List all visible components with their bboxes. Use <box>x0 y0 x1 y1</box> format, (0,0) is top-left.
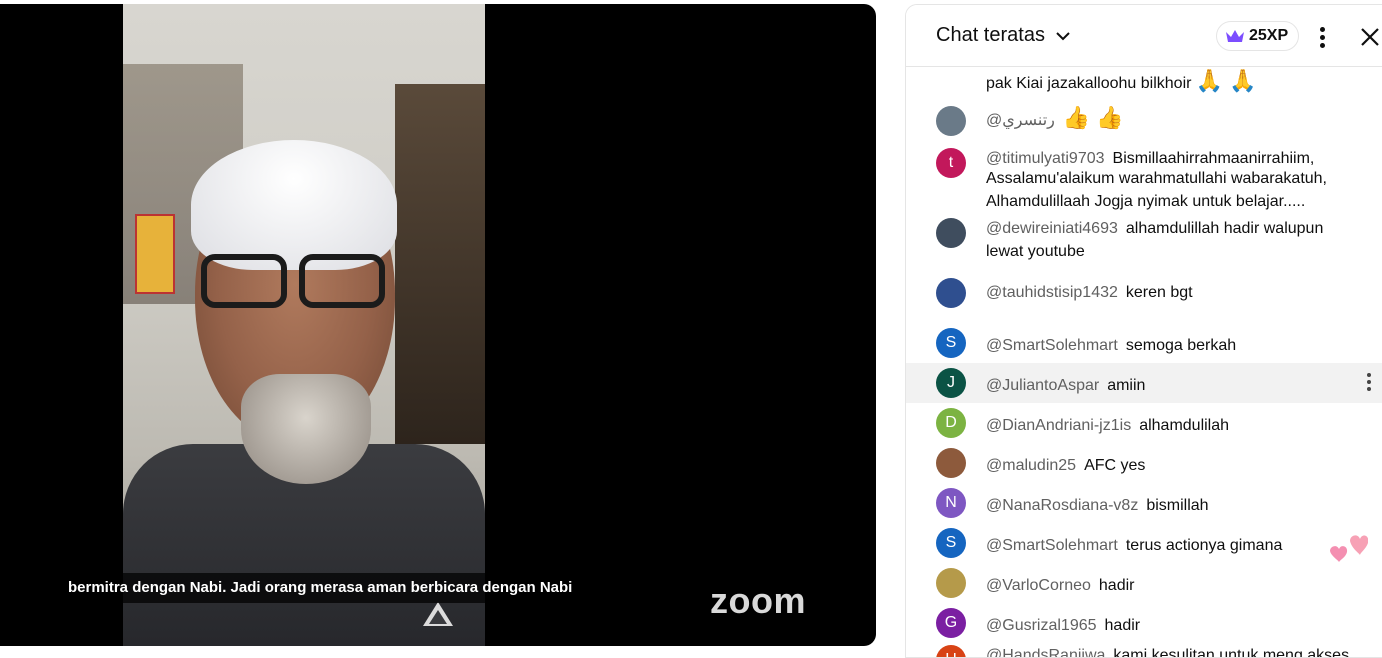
message-author[interactable]: @VarloCorneo <box>986 577 1091 594</box>
message-author[interactable]: @NanaRosdiana-v8z <box>986 497 1138 514</box>
xp-badge[interactable]: 25XP <box>1216 21 1300 51</box>
message-body: @NanaRosdiana-v8z bismillah <box>986 493 1361 516</box>
video-frame <box>123 4 485 646</box>
avatar[interactable]: D <box>936 408 966 438</box>
chat-message[interactable]: S @SmartSolehmart semoga berkah <box>906 323 1382 363</box>
message-body: @tauhidstisip1432 keren bgt <box>986 280 1361 303</box>
avatar[interactable]: N <box>936 488 966 518</box>
message-author[interactable]: @SmartSolehmart <box>986 337 1118 354</box>
message-author[interactable]: @tauhidstisip1432 <box>986 284 1118 301</box>
speaker-glasses-left <box>201 254 287 308</box>
chat-mode-label: Chat teratas <box>936 24 1045 46</box>
message-text: keren bgt <box>1125 284 1193 301</box>
message-text: semoga berkah <box>1125 337 1237 354</box>
message-author[interactable]: @JuliantoAspar <box>986 377 1099 394</box>
speaker-cap <box>191 140 397 270</box>
chat-mode-dropdown[interactable]: Chat teratas <box>936 24 1073 47</box>
avatar[interactable]: J <box>936 368 966 398</box>
message-text: AFC yes <box>1084 457 1146 474</box>
message-author[interactable]: @SmartSolehmart <box>986 537 1118 554</box>
message-author[interactable]: @Gusrizal1965 <box>986 617 1097 634</box>
avatar[interactable]: H <box>936 645 966 657</box>
more-options-button[interactable] <box>1312 23 1332 51</box>
message-text: alhamdulilah <box>1139 417 1230 434</box>
message-body: @VarloCorneo hadir <box>986 573 1361 596</box>
chat-message[interactable]: N @NanaRosdiana-v8z bismillah <box>906 483 1382 523</box>
more-vert-icon <box>1319 26 1325 32</box>
message-text: bismillah <box>1146 497 1209 514</box>
app-root: bermitra dengan Nabi. Jadi orang merasa … <box>0 0 1382 658</box>
chat-message[interactable]: H @HandsRanjiwakami kesulitan untuk meng … <box>906 643 1382 657</box>
chat-message[interactable]: @tauhidstisip1432 keren bgt <box>906 273 1382 323</box>
message-body: @SmartSolehmart semoga berkah <box>986 333 1361 356</box>
message-author[interactable]: @dewireiniati4693 <box>986 220 1118 237</box>
speaker-beard <box>241 374 371 484</box>
avatar[interactable] <box>936 218 966 248</box>
message-body: @SmartSolehmart terus actionya gimana <box>986 533 1361 556</box>
chat-message[interactable]: J @JuliantoAspar amiin <box>906 363 1382 403</box>
live-chat-panel: Chat teratas 25XP pak Kiai jazakalloohu … <box>905 4 1382 658</box>
avatar[interactable]: S <box>936 528 966 558</box>
message-body: @رتنسري 👍 👍 <box>986 105 1361 131</box>
message-body: @dewireiniati4693 alhamdulillah hadir wal… <box>986 219 1361 262</box>
chat-header: Chat teratas 25XP <box>906 5 1382 67</box>
chat-message[interactable]: @dewireiniati4693 alhamdulillah hadir wal… <box>906 213 1382 273</box>
message-more-button[interactable] <box>1365 373 1373 395</box>
more-vert-icon <box>1367 373 1371 377</box>
background-door <box>395 84 485 444</box>
message-emoji: 👍 👍 <box>1062 105 1124 130</box>
message-author[interactable]: @رتنسري <box>986 112 1055 129</box>
message-body: @titimulyati9703 Bismillaahirrahmaanirrah… <box>986 149 1361 212</box>
avatar[interactable] <box>936 106 966 136</box>
background-poster <box>135 214 175 294</box>
avatar[interactable]: S <box>936 328 966 358</box>
jacket-logo-icon <box>423 602 453 626</box>
message-text: pak Kiai jazakalloohu bilkhoir <box>986 75 1192 92</box>
message-text: hadir <box>1104 617 1141 634</box>
chat-message[interactable]: @maludin25 AFC yes <box>906 443 1382 483</box>
chat-message[interactable]: @VarloCorneo hadir <box>906 563 1382 603</box>
chat-message[interactable]: t @titimulyati9703 Bismillaahirrahmaanirra… <box>906 143 1382 213</box>
avatar[interactable]: t <box>936 148 966 178</box>
message-text: hadir <box>1098 577 1135 594</box>
message-author[interactable]: @titimulyati9703 <box>986 150 1105 167</box>
zoom-watermark: zoom <box>710 580 806 621</box>
message-body: @DianAndriani-jz1is alhamdulilah <box>986 413 1361 436</box>
message-author[interactable]: @maludin25 <box>986 457 1076 474</box>
avatar[interactable]: G <box>936 608 966 638</box>
chat-message[interactable]: @رتنسري 👍 👍 <box>906 101 1382 143</box>
message-text: amiin <box>1107 377 1146 394</box>
chat-message-list[interactable]: pak Kiai jazakalloohu bilkhoir 🙏 🙏 @رتنس… <box>906 67 1382 657</box>
video-player[interactable]: bermitra dengan Nabi. Jadi orang merasa … <box>0 4 876 646</box>
message-emoji: 🙏 🙏 <box>1195 68 1257 93</box>
crown-icon <box>1226 30 1244 42</box>
chat-message[interactable]: D @DianAndriani-jz1is alhamdulilah <box>906 403 1382 443</box>
chat-message-partial: pak Kiai jazakalloohu bilkhoir 🙏 🙏 <box>906 67 1382 101</box>
avatar[interactable] <box>936 448 966 478</box>
message-text: terus actionya gimana <box>1125 537 1283 554</box>
message-body: @HandsRanjiwa kami kesulitan untuk meng a… <box>986 646 1361 657</box>
message-body: @JuliantoAspar amiin <box>986 373 1361 396</box>
message-author[interactable]: @DianAndriani-jz1is <box>986 417 1131 434</box>
message-author[interactable]: @HandsRanjiwa <box>986 647 1105 657</box>
speaker-glasses-right <box>299 254 385 308</box>
close-icon[interactable] <box>1358 25 1382 49</box>
hearts-icon <box>1330 535 1368 562</box>
chevron-down-icon <box>1056 31 1070 40</box>
video-subtitle: bermitra dengan Nabi. Jadi orang merasa … <box>60 573 581 603</box>
chat-message[interactable]: S @SmartSolehmart terus actionya gimana <box>906 523 1382 563</box>
xp-badge-label: 25XP <box>1249 27 1289 44</box>
message-body: @Gusrizal1965 hadir <box>986 613 1361 636</box>
chat-message[interactable]: G @Gusrizal1965 hadir <box>906 603 1382 643</box>
avatar[interactable] <box>936 568 966 598</box>
message-body: @maludin25 AFC yes <box>986 453 1361 476</box>
avatar[interactable] <box>936 278 966 308</box>
